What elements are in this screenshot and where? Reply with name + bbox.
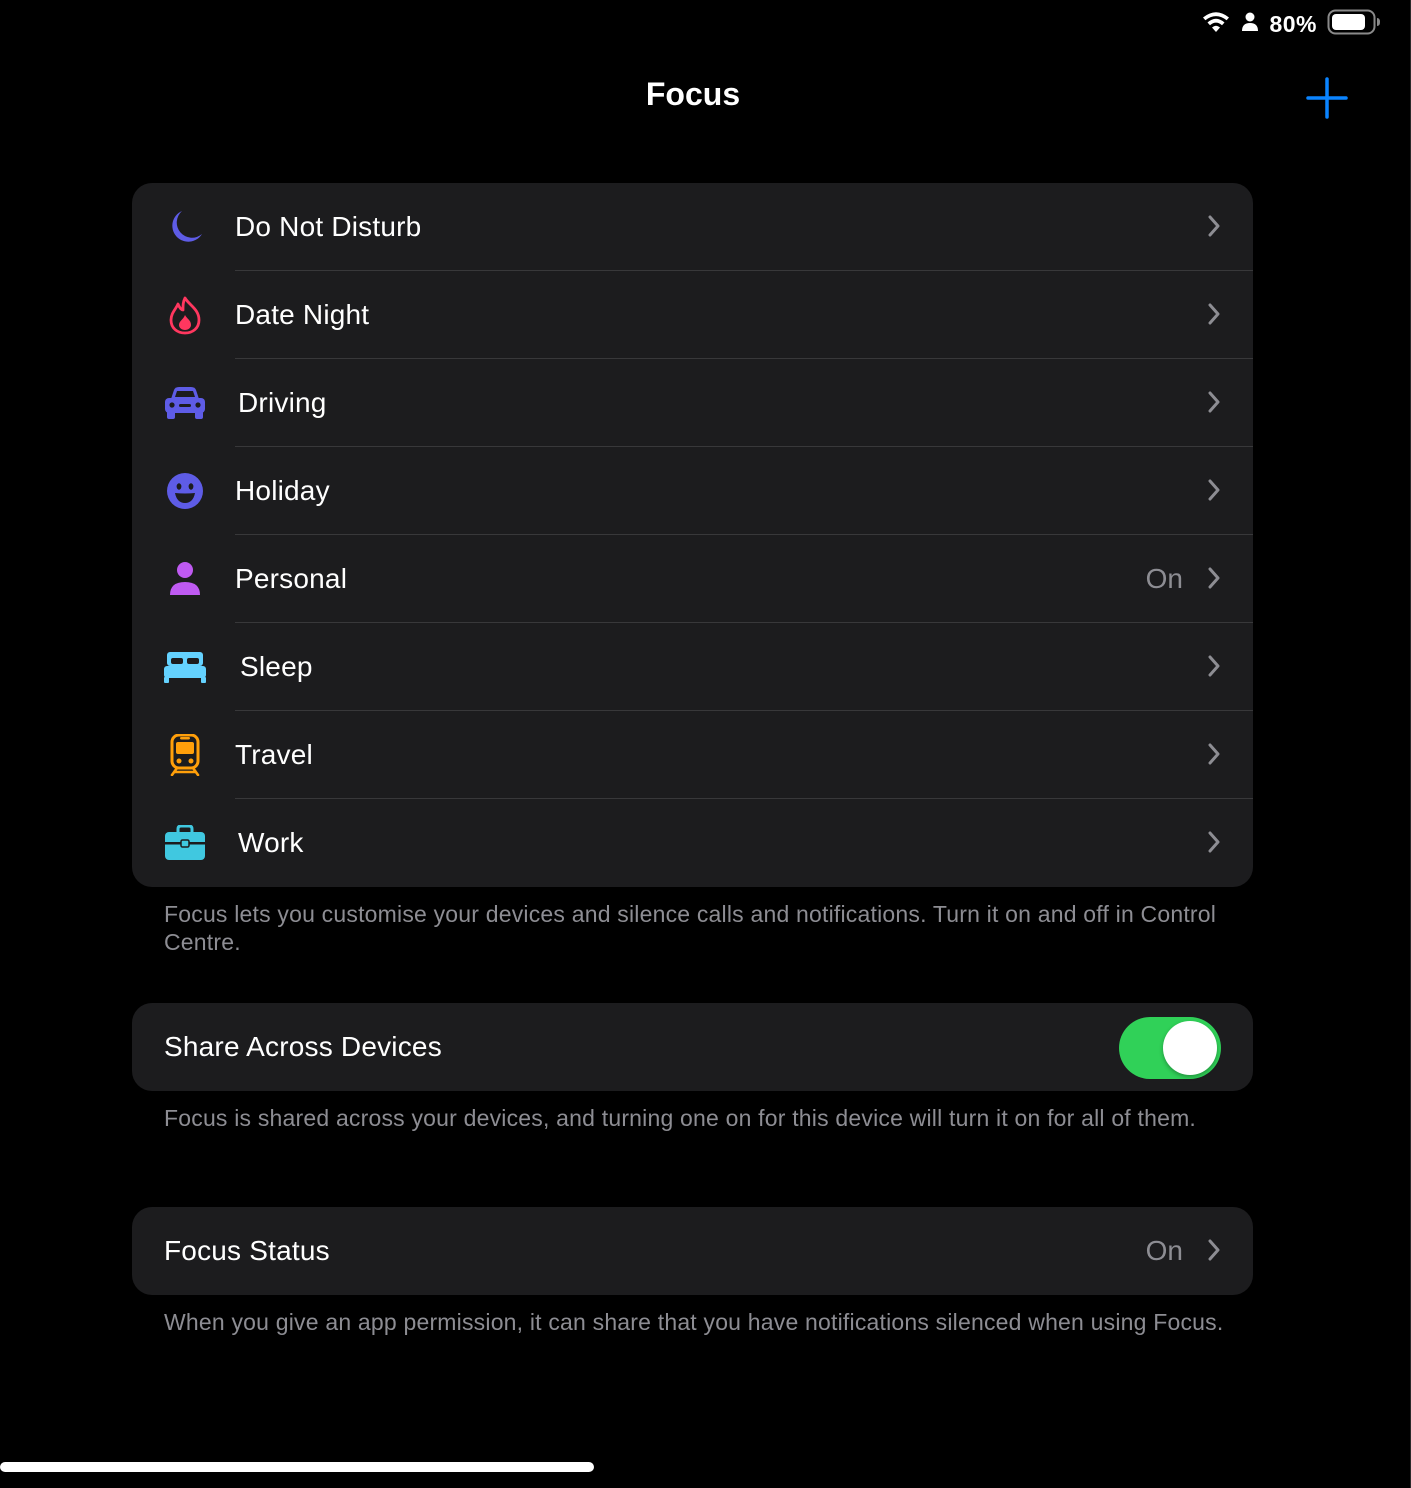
share-across-devices-toggle[interactable]	[1119, 1017, 1221, 1079]
chevron-right-icon	[1208, 743, 1220, 765]
focus-mode-personal[interactable]: Personal On	[132, 535, 1253, 623]
focus-mode-work[interactable]: Work	[132, 799, 1253, 887]
focus-mode-label: Personal	[235, 563, 348, 594]
car-icon	[162, 381, 208, 425]
focus-mode-travel[interactable]: Travel	[132, 711, 1253, 799]
tram-icon	[162, 733, 208, 777]
focus-status-group: Focus Status On	[132, 1207, 1253, 1295]
focus-mode-sleep[interactable]: Sleep	[132, 623, 1253, 711]
bed-icon	[162, 645, 208, 689]
chevron-right-icon	[1208, 831, 1220, 853]
chevron-right-icon	[1208, 391, 1220, 413]
chevron-right-icon	[1208, 303, 1220, 325]
plus-icon	[1306, 77, 1348, 119]
moon-icon	[162, 205, 208, 249]
share-across-devices-row: Share Across Devices	[132, 1003, 1253, 1091]
wifi-icon	[1201, 10, 1231, 39]
status-bar: 80%	[1201, 8, 1381, 40]
add-focus-button[interactable]	[1305, 76, 1349, 120]
chevron-right-icon	[1208, 479, 1220, 501]
focus-mode-driving[interactable]: Driving	[132, 359, 1253, 447]
focus-status-row[interactable]: Focus Status On	[132, 1207, 1253, 1295]
focus-settings-screen: 80% Focus Do Not Disturb Date Night Driv…	[0, 0, 1411, 1488]
focus-mode-status-value: On	[1145, 563, 1183, 594]
focus-status-footer-note: When you give an app permission, it can …	[164, 1309, 1224, 1335]
chevron-right-icon	[1208, 1239, 1220, 1261]
focus-mode-label: Date Night	[235, 299, 370, 330]
focus-status-label: Focus Status	[164, 1235, 330, 1266]
flame-icon	[162, 293, 208, 337]
battery-icon	[1327, 8, 1381, 41]
focus-modes-list: Do Not Disturb Date Night Driving Holida…	[132, 183, 1253, 887]
focus-mode-label: Travel	[235, 739, 313, 770]
focus-mode-do-not-disturb[interactable]: Do Not Disturb	[132, 183, 1253, 271]
focus-mode-label: Do Not Disturb	[235, 211, 422, 242]
share-across-devices-group: Share Across Devices	[132, 1003, 1253, 1091]
chevron-right-icon	[1208, 215, 1220, 237]
focus-status-value: On	[1145, 1235, 1183, 1266]
person-icon	[1241, 11, 1259, 38]
share-across-devices-footer-note: Focus is shared across your devices, and…	[164, 1105, 1197, 1131]
chevron-right-icon	[1208, 567, 1220, 589]
focus-mode-label: Sleep	[240, 651, 313, 682]
focus-modes-footer-note: Focus lets you customise your devices an…	[164, 901, 1217, 955]
smiley-icon	[162, 469, 208, 513]
person-icon	[162, 557, 208, 601]
focus-mode-holiday[interactable]: Holiday	[132, 447, 1253, 535]
focus-mode-label: Work	[238, 827, 304, 858]
home-indicator[interactable]	[0, 1462, 594, 1472]
chevron-right-icon	[1208, 655, 1220, 677]
share-across-devices-label: Share Across Devices	[164, 1031, 442, 1062]
focus-mode-date-night[interactable]: Date Night	[132, 271, 1253, 359]
page-title: Focus	[645, 76, 741, 112]
battery-percentage: 80%	[1269, 10, 1317, 37]
focus-mode-label: Holiday	[235, 475, 330, 506]
briefcase-icon	[162, 821, 208, 865]
toggle-knob	[1163, 1021, 1217, 1075]
focus-mode-label: Driving	[238, 387, 327, 418]
